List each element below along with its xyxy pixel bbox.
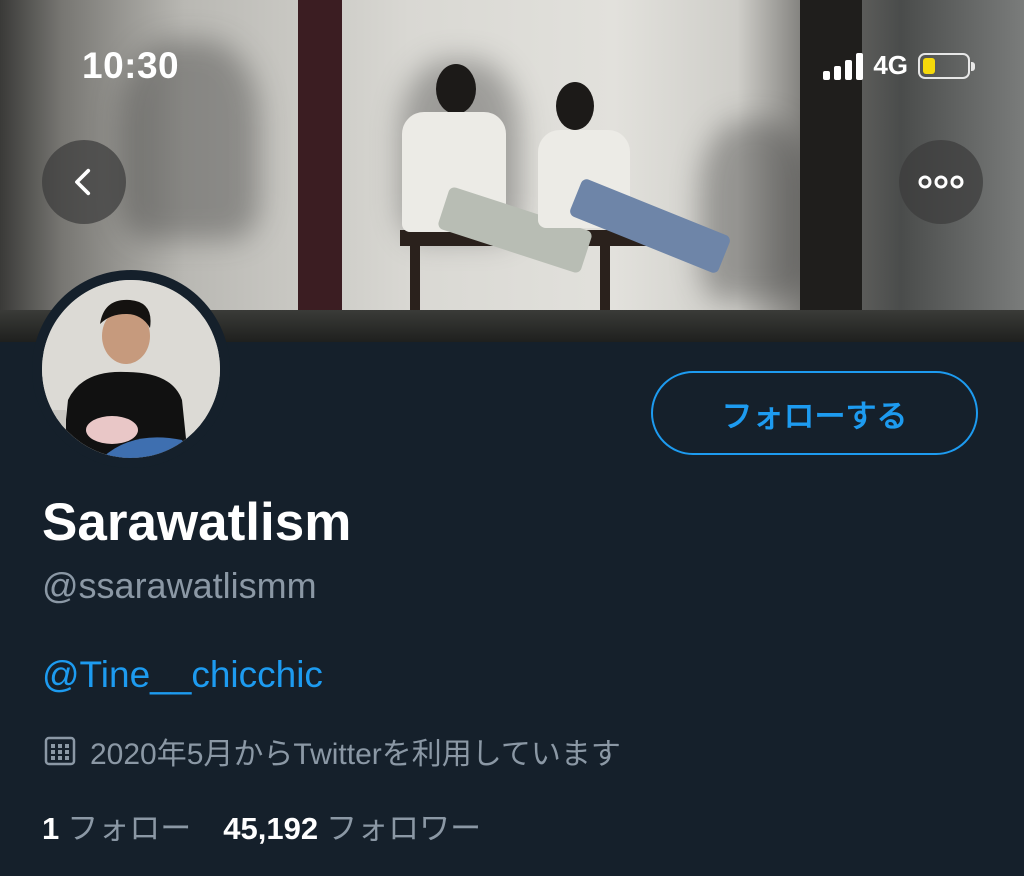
avatar-photo: [42, 280, 220, 458]
follow-button[interactable]: フォローする: [651, 371, 978, 455]
followers-link[interactable]: 45,192 フォロワー: [223, 803, 481, 848]
status-time: 10:30: [82, 45, 180, 86]
joined-text: 2020年5月からTwitterを利用しています: [90, 738, 621, 771]
user-handle: @ssarawatlismm: [42, 565, 317, 606]
avatar-image: [42, 280, 220, 458]
display-name: Sarawatlism: [42, 493, 352, 552]
follow-stats: 1 フォロー 45,192 フォロワー: [42, 803, 481, 848]
following-link[interactable]: 1 フォロー: [42, 803, 191, 848]
bio-mention-link[interactable]: @Tine__chicchic: [42, 654, 323, 696]
banner-person-head: [556, 82, 594, 130]
chevron-left-icon: [75, 168, 91, 196]
joined-date: 2020年5月からTwitterを利用しています: [44, 729, 621, 773]
banner-pillar: [298, 0, 342, 342]
followers-count: 45,192: [223, 811, 319, 846]
more-options-button[interactable]: [899, 140, 983, 224]
following-count: 1: [42, 811, 60, 846]
cellular-signal-icon: [823, 52, 864, 80]
more-horizontal-icon: [918, 175, 964, 189]
followers-label: フォロワー: [326, 811, 482, 846]
following-label: フォロー: [67, 811, 192, 846]
back-button[interactable]: [42, 140, 126, 224]
profile-avatar[interactable]: [32, 270, 230, 468]
network-type: 4G: [873, 50, 908, 80]
calendar-icon: [44, 736, 76, 766]
banner-bench-leg: [410, 240, 420, 320]
battery-icon: [918, 52, 975, 79]
banner-shadow: [700, 120, 810, 300]
status-indicators: 4G: [823, 50, 975, 81]
banner-person-head: [436, 64, 476, 114]
banner-bench-leg: [600, 240, 610, 320]
